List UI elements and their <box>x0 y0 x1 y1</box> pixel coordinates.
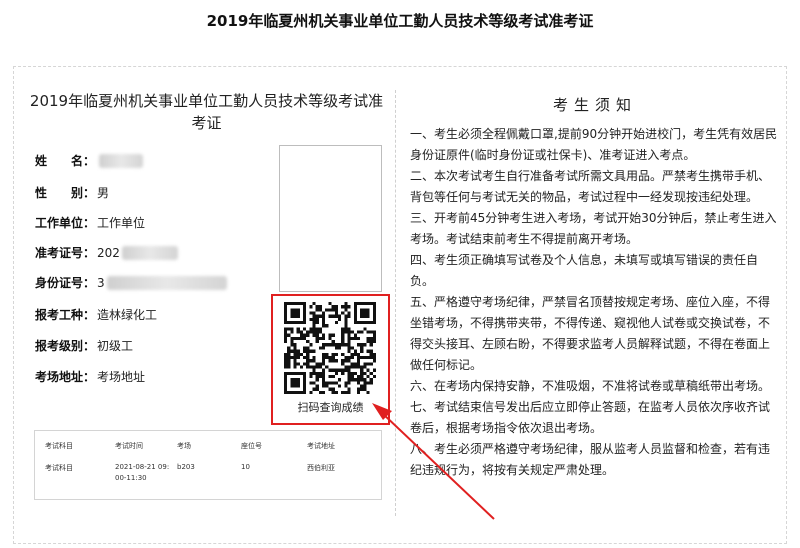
card-divider <box>395 90 396 516</box>
field-level: 报考级别： 初级工 <box>35 337 133 354</box>
table-header: 考试时间 <box>115 442 143 450</box>
redaction-blur <box>106 275 227 290</box>
field-label: 身份证号： <box>35 276 96 290</box>
redaction-blur <box>121 245 178 260</box>
qr-caption: 扫码查询成绩 <box>297 401 364 414</box>
field-label: 工作单位： <box>35 216 96 230</box>
table-header: 考试地址 <box>307 442 335 450</box>
field-id-number: 身份证号： 3 <box>35 274 227 291</box>
table-header: 考场 <box>177 442 191 450</box>
table-cell: 2021-08-21 09: <box>115 463 170 471</box>
note-item: 六、在考场内保持安静，不准吸烟，不准将试卷或草稿纸带出考场。 <box>410 379 771 393</box>
qr-highlight-box: 扫码查询成绩 <box>271 294 390 425</box>
field-value: 3 <box>97 275 105 290</box>
field-value: 男 <box>97 186 110 200</box>
field-value: 初级工 <box>97 339 134 353</box>
page-title: 2019年临夏州机关事业单位工勤人员技术等级考试准考证 <box>206 12 594 30</box>
field-ticket-number: 准考证号： 202 <box>35 244 178 261</box>
table-cell: 00-11:30 <box>115 474 147 482</box>
exam-schedule-table: 考试科目 考试时间 考场 座位号 考试地址 考试科目 2021-08-21 09… <box>34 430 382 500</box>
table-cell: 10 <box>241 463 250 471</box>
field-label: 性 别： <box>35 186 96 200</box>
field-label: 报考级别： <box>35 339 96 353</box>
photo-placeholder <box>279 145 382 292</box>
note-item: 四、考生须正确填写试卷及个人信息，未填写或填写错误的责任自负。 <box>410 253 759 288</box>
field-job-type: 报考工种： 造林绿化工 <box>35 306 157 323</box>
note-item: 七、考试结束信号发出后应立即停止答题，在监考人员依次序收齐试卷后，根据考场指令依… <box>410 400 771 435</box>
field-gender: 性 别： 男 <box>35 184 109 201</box>
note-item: 三、开考前45分钟考生进入考场，考试开始30分钟后，禁止考生进入考场。考试结束前… <box>410 211 777 246</box>
note-item: 一、考生必须全程佩戴口罩,提前90分钟开始进校门，考生凭有效居民身份证原件(临时… <box>410 127 778 162</box>
qr-code-icon[interactable] <box>284 302 376 394</box>
ticket-title: 2019年临夏州机关事业单位工勤人员技术等级考试准考证 <box>29 92 384 132</box>
table-header: 考试科目 <box>45 442 73 450</box>
redaction-blur <box>99 153 143 168</box>
note-item: 八、考生必须严格遵守考场纪律，服从监考人员监督和检查，若有违纪违规行为，将按有关… <box>410 442 771 477</box>
field-exam-address: 考场地址： 考场地址 <box>35 368 145 385</box>
note-item: 五、严格遵守考场纪律，严禁冒名顶替按规定考场、座位入座，不得坐错考场，不得携带夹… <box>410 295 771 372</box>
field-label: 考场地址： <box>35 370 96 384</box>
notes-list: 一、考生必须全程佩戴口罩,提前90分钟开始进校门，考生凭有效居民身份证原件(临时… <box>410 124 780 481</box>
field-work-unit: 工作单位： 工作单位 <box>35 214 145 231</box>
field-value: 工作单位 <box>97 216 146 230</box>
field-value: 造林绿化工 <box>97 308 158 322</box>
table-cell: 考试科目 <box>45 464 73 472</box>
field-label: 报考工种： <box>35 308 96 322</box>
field-value: 202 <box>97 245 120 260</box>
field-label: 姓 名： <box>35 154 96 168</box>
field-value: 考场地址 <box>97 370 146 384</box>
field-name: 姓 名： <box>35 152 143 169</box>
note-item: 二、本次考试考生自行准备考试所需文具用品。严禁考生携带手机、背包等任何与考试无关… <box>410 169 771 204</box>
notes-title: 考生须知 <box>552 96 637 114</box>
field-label: 准考证号： <box>35 246 96 260</box>
table-cell: b203 <box>177 463 195 471</box>
table-header: 座位号 <box>241 442 262 450</box>
table-cell: 西伯利亚 <box>307 464 335 472</box>
